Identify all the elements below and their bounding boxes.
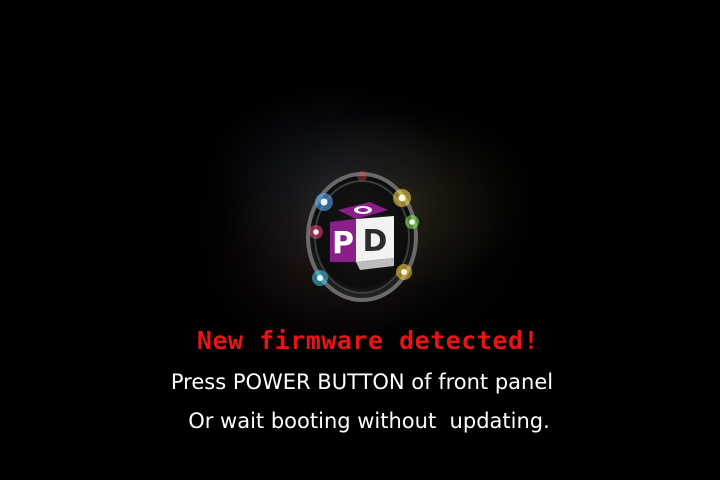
logo-letter-p: P [332,226,354,261]
logo-letter-d: D [363,224,388,259]
press-power-instruction: Press POWER BUTTON of front panel [170,370,554,394]
firmware-detected-headline: New firmware detected! [196,326,540,355]
pd-logo: P D [306,171,419,302]
boot-screen: P D New firmware detected! Press POWER B… [0,0,720,480]
wait-booting-instruction: Or wait booting without updating. [188,409,550,433]
